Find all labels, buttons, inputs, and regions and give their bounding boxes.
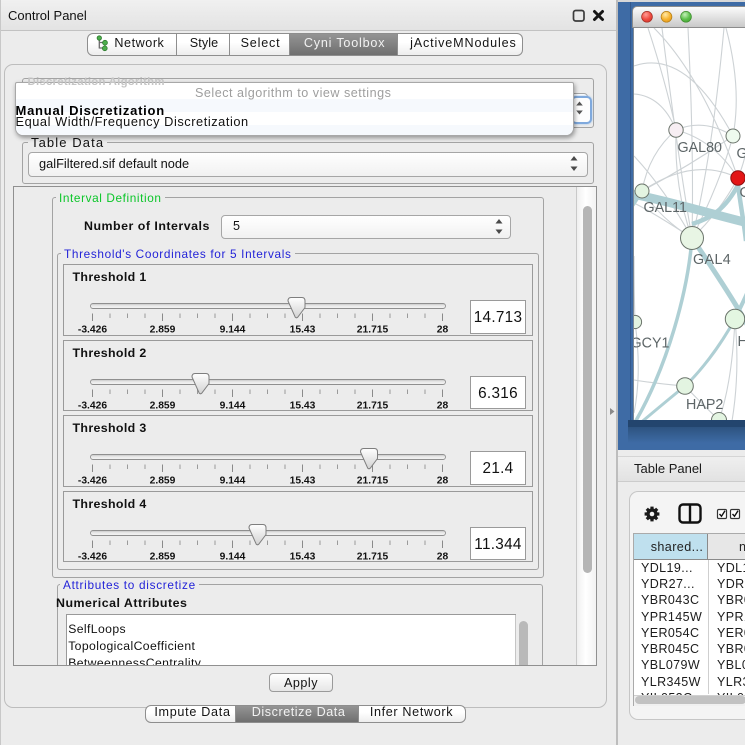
svg-text:HAP2: HAP2 — [686, 397, 723, 413]
svg-text:HI: HI — [737, 334, 745, 350]
svg-text:15.43: 15.43 — [289, 400, 315, 411]
svg-text:GAL80: GAL80 — [677, 140, 722, 156]
svg-text:9.144: 9.144 — [219, 400, 245, 411]
svg-text:28: 28 — [436, 551, 448, 562]
svg-text:9.144: 9.144 — [219, 476, 245, 487]
svg-text:-3.426: -3.426 — [77, 476, 106, 487]
svg-text:2.859: 2.859 — [149, 400, 175, 411]
svg-text:GCY1: GCY1 — [634, 335, 669, 351]
svg-text:2.859: 2.859 — [149, 551, 175, 562]
svg-text:GA: GA — [736, 146, 745, 162]
svg-text:21.715: 21.715 — [356, 400, 388, 411]
svg-text:28: 28 — [436, 400, 448, 411]
svg-text:28: 28 — [436, 325, 448, 336]
svg-text:21.715: 21.715 — [356, 551, 388, 562]
svg-text:G: G — [739, 185, 745, 201]
svg-text:GAL4: GAL4 — [693, 252, 731, 268]
svg-text:GAL11: GAL11 — [643, 200, 686, 216]
svg-text:-3.426: -3.426 — [77, 325, 106, 336]
svg-text:21.715: 21.715 — [356, 325, 388, 336]
svg-text:9.144: 9.144 — [219, 325, 245, 336]
svg-text:-3.426: -3.426 — [77, 551, 106, 562]
svg-text:28: 28 — [436, 476, 448, 487]
svg-text:9.144: 9.144 — [219, 551, 245, 562]
svg-text:2.859: 2.859 — [149, 476, 175, 487]
svg-text:21.715: 21.715 — [356, 476, 388, 487]
svg-text:2.859: 2.859 — [149, 325, 175, 336]
svg-text:-3.426: -3.426 — [77, 400, 106, 411]
svg-text:15.43: 15.43 — [289, 551, 315, 562]
svg-text:15.43: 15.43 — [289, 325, 315, 336]
svg-text:15.43: 15.43 — [289, 476, 315, 487]
